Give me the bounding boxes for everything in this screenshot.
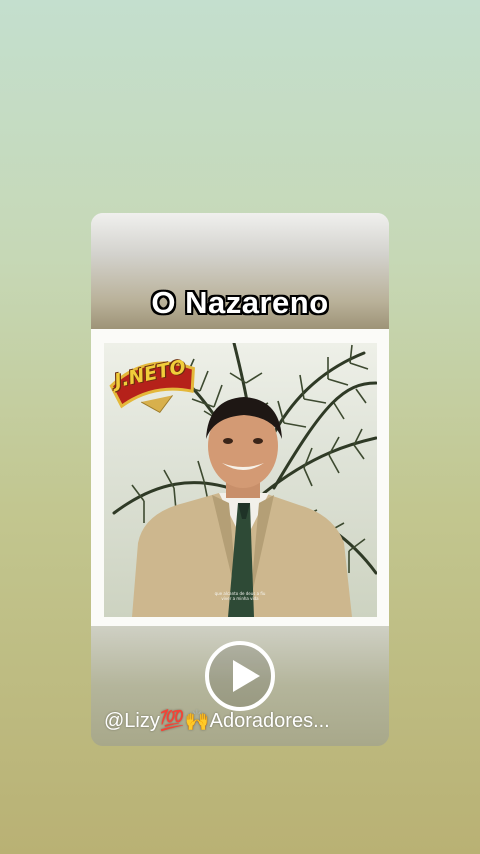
artist-photo: [132, 397, 352, 617]
play-button[interactable]: [205, 641, 275, 711]
cover-caption: que alcanto de deus a fiu viver a minha …: [214, 591, 266, 601]
creator-handle[interactable]: @Lizy💯🙌Adoradores...: [104, 708, 384, 733]
video-card[interactable]: O Nazareno J.NETO que alcanto de deus a …: [91, 213, 389, 746]
play-icon: [233, 660, 260, 692]
album-frame: J.NETO que alcanto de deus a fiu viver a…: [91, 329, 389, 626]
video-title: O Nazareno: [151, 285, 329, 320]
album-cover: J.NETO que alcanto de deus a fiu viver a…: [104, 343, 377, 617]
